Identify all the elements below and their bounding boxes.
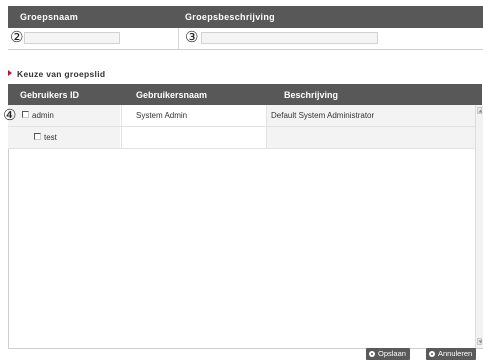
chevron-up-icon	[478, 109, 483, 113]
marker-4: ④	[3, 106, 17, 124]
header-scroll-cap	[476, 84, 482, 105]
description-text: Default System Administrator	[271, 111, 375, 120]
table-row[interactable]: ④ admin System Admin Default System Admi…	[3, 105, 476, 127]
group-name-header: Groepsnaam	[20, 12, 79, 22]
cell-description	[266, 127, 476, 148]
member-grid-header: Gebruikers ID Gebruikersnaam Beschrijvin…	[8, 84, 482, 105]
cell-description: Default System Administrator	[266, 105, 476, 126]
marker-3: ③	[185, 28, 199, 46]
cancel-button[interactable]: Annuleren	[426, 348, 477, 360]
gear-icon	[429, 351, 435, 357]
user-id-text: admin	[32, 111, 54, 120]
cancel-button-label: Annuleren	[438, 349, 473, 358]
section-bullet-icon	[8, 70, 12, 76]
grid-scrollbar[interactable]	[475, 105, 483, 348]
cell-username	[121, 127, 266, 148]
save-button-label: Opslaan	[378, 349, 406, 358]
cell-user-id: ④ admin	[3, 105, 120, 126]
column-header-username[interactable]: Gebruikersnaam	[136, 90, 207, 100]
scroll-up-button[interactable]	[477, 107, 483, 114]
save-button[interactable]: Opslaan	[366, 348, 410, 360]
column-header-user-id[interactable]: Gebruikers ID	[20, 90, 79, 100]
cell-username: System Admin	[121, 105, 266, 126]
user-id-text: test	[44, 133, 57, 142]
gear-icon	[369, 351, 375, 357]
username-text: System Admin	[136, 111, 188, 120]
group-description-input[interactable]	[201, 32, 378, 44]
marker-2: ②	[10, 28, 24, 46]
group-form-header: Groepsnaam Groepsbeschrijving	[8, 6, 483, 28]
scroll-down-button[interactable]	[477, 338, 483, 345]
chevron-down-icon	[478, 340, 483, 344]
group-name-input[interactable]	[24, 32, 120, 44]
row-checkbox[interactable]	[22, 111, 29, 118]
group-description-header: Groepsbeschrijving	[185, 12, 275, 22]
section-title-text: Keuze van groepslid	[17, 69, 106, 79]
row-checkbox[interactable]	[34, 133, 41, 140]
group-form-row: ② ③	[8, 28, 483, 50]
cell-user-id: test	[8, 127, 120, 148]
column-divider	[178, 28, 179, 49]
column-header-description[interactable]: Beschrijving	[284, 90, 338, 100]
section-title: Keuze van groepslid	[8, 69, 105, 79]
table-row[interactable]: test	[8, 127, 476, 149]
